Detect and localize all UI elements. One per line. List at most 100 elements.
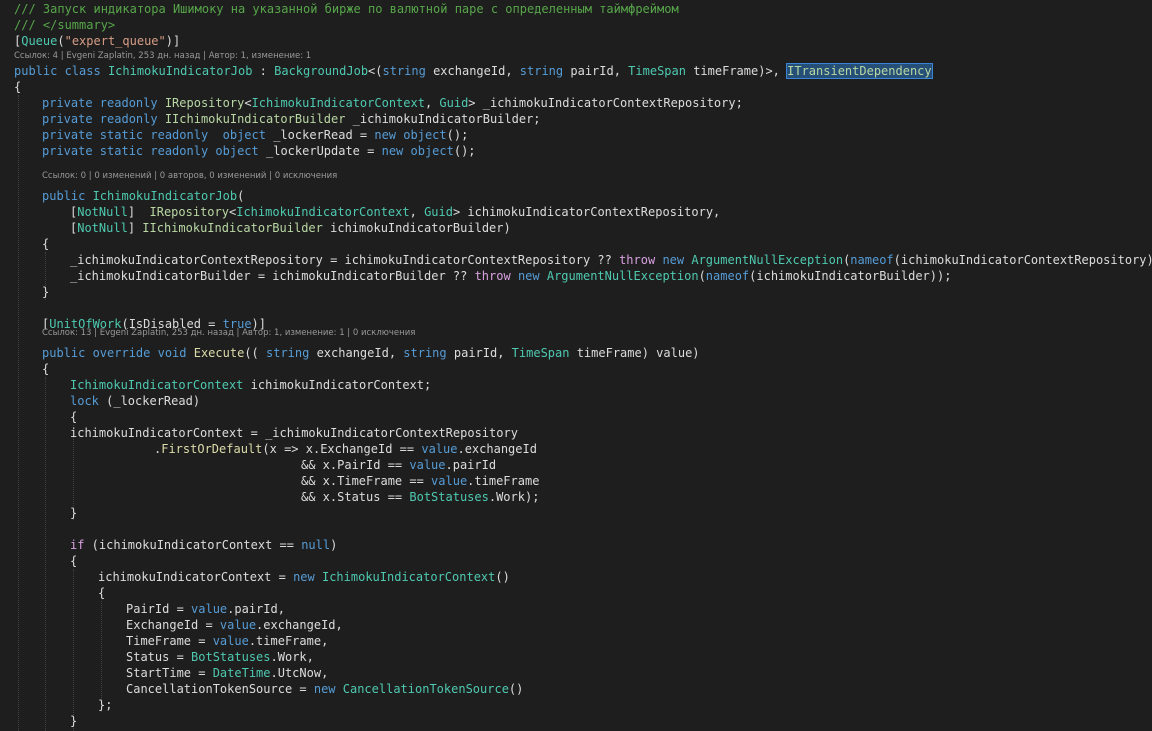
code-token: ] bbox=[127, 205, 150, 219]
code-line[interactable]: public override void Execute(( string ex… bbox=[0, 345, 1152, 361]
code-token: .UtcNow, bbox=[270, 666, 329, 680]
code-line[interactable]: { bbox=[0, 409, 1152, 425]
code-line[interactable]: && x.PairId == value.pairId bbox=[0, 457, 1152, 473]
code-line[interactable]: IchimokuIndicatorContext ichimokuIndicat… bbox=[0, 377, 1152, 393]
code-editor[interactable]: /// Запуск индикатора Ишимоку на указанн… bbox=[0, 0, 1152, 731]
code-token: static bbox=[99, 144, 151, 158]
code-line[interactable]: ExchangeId = value.exchangeId, bbox=[0, 617, 1152, 633]
code-token: nameof bbox=[850, 253, 894, 267]
code-line[interactable]: CancellationTokenSource = new Cancellati… bbox=[0, 681, 1152, 697]
code-token: new bbox=[374, 128, 404, 142]
code-line[interactable]: { bbox=[0, 236, 1152, 252]
codelens-info[interactable]: Ссылок: 4 | Evgeni Zaplatin, 253 дн. наз… bbox=[14, 50, 311, 62]
code-token: BotStatuses bbox=[191, 650, 271, 664]
code-line[interactable]: Status = BotStatuses.Work, bbox=[0, 649, 1152, 665]
code-line[interactable]: StartTime = DateTime.UtcNow, bbox=[0, 665, 1152, 681]
code-token: string bbox=[382, 64, 426, 78]
code-token: new bbox=[313, 682, 343, 696]
code-token: Queue bbox=[21, 34, 58, 48]
code-token: { bbox=[70, 554, 78, 568]
code-line[interactable]: && x.Status == BotStatuses.Work); bbox=[0, 489, 1152, 505]
code-token: (x => x.ExchangeId == bbox=[262, 442, 422, 456]
code-line[interactable]: lock (_lockerRead) bbox=[0, 393, 1152, 409]
code-token: ArgumentNullException bbox=[546, 269, 699, 283]
code-text: [Queue("expert_queue")] bbox=[14, 33, 180, 49]
code-line[interactable]: _ichimokuIndicatorContextRepository = ic… bbox=[0, 252, 1152, 268]
code-token: _ichimokuIndicatorContextRepository = ic… bbox=[70, 253, 620, 267]
code-token: BackgroundJob bbox=[274, 64, 369, 78]
code-line[interactable]: /// Запуск индикатора Ишимоку на указанн… bbox=[0, 1, 1152, 17]
code-token: () bbox=[508, 682, 524, 696]
code-line[interactable]: PairId = value.pairId, bbox=[0, 601, 1152, 617]
code-token: (); bbox=[453, 144, 476, 158]
code-line[interactable]: private static readonly object _lockerRe… bbox=[0, 127, 1152, 143]
code-text: public IchimokuIndicatorJob( bbox=[42, 188, 244, 204]
code-token: NotNull bbox=[77, 221, 128, 235]
code-token: FirstOrDefault bbox=[161, 442, 263, 456]
codelens-info[interactable]: Ссылок: 13 | Evgeni Zaplatin, 253 дн. на… bbox=[42, 327, 415, 339]
code-token: } bbox=[70, 714, 78, 728]
code-line[interactable]: public class IchimokuIndicatorJob : Back… bbox=[0, 63, 1152, 79]
code-token: public bbox=[14, 64, 65, 78]
code-token: timeFrame) value) bbox=[569, 346, 700, 360]
code-token: new bbox=[293, 570, 322, 584]
code-token: )] bbox=[165, 34, 181, 48]
code-line[interactable]: [NotNull] IRepository<IchimokuIndicatorC… bbox=[0, 204, 1152, 220]
code-line[interactable]: { bbox=[0, 361, 1152, 377]
code-token: string bbox=[403, 346, 447, 360]
code-line[interactable]: private readonly IRepository<IchimokuInd… bbox=[0, 95, 1152, 111]
code-line[interactable]: } bbox=[0, 505, 1152, 521]
code-token: IchimokuIndicatorContext bbox=[70, 378, 244, 392]
codelens-info[interactable]: Ссылок: 0 | 0 изменений | 0 авторов, 0 и… bbox=[42, 170, 337, 182]
code-token: throw bbox=[474, 269, 518, 283]
code-token: ichimokuIndicatorBuilder) bbox=[322, 221, 511, 235]
code-token: IchimokuIndicatorContext bbox=[236, 205, 410, 219]
code-line[interactable]: } bbox=[0, 284, 1152, 300]
code-token: ichimokuIndicatorContext; bbox=[243, 378, 432, 392]
code-line[interactable]: { bbox=[0, 79, 1152, 95]
code-token: { bbox=[98, 586, 106, 600]
code-token: , bbox=[409, 205, 425, 219]
code-line[interactable]: ichimokuIndicatorContext = _ichimokuIndi… bbox=[0, 425, 1152, 441]
code-line[interactable]: private readonly IIchimokuIndicatorBuild… bbox=[0, 111, 1152, 127]
code-token: ( bbox=[237, 189, 245, 203]
code-token: ArgumentNullException bbox=[691, 253, 844, 267]
code-line[interactable]: TimeFrame = value.timeFrame, bbox=[0, 633, 1152, 649]
code-token: exchangeId, bbox=[425, 64, 520, 78]
code-line[interactable]: [Queue("expert_queue")] bbox=[0, 33, 1152, 49]
code-token: < bbox=[244, 96, 252, 110]
code-text: } bbox=[42, 284, 49, 300]
code-text: && x.TimeFrame == value.timeFrame bbox=[301, 473, 539, 489]
code-token: if bbox=[70, 538, 85, 552]
code-token: Guid bbox=[439, 96, 469, 110]
code-token: { bbox=[14, 80, 22, 94]
code-text: { bbox=[70, 409, 77, 425]
code-line[interactable]: /// </summary> bbox=[0, 17, 1152, 33]
code-line[interactable]: .FirstOrDefault(x => x.ExchangeId == val… bbox=[0, 441, 1152, 457]
code-token: }; bbox=[98, 698, 113, 712]
code-token: : bbox=[252, 64, 275, 78]
code-line[interactable]: _ichimokuIndicatorBuilder = ichimokuIndi… bbox=[0, 268, 1152, 284]
code-token: exchangeId, bbox=[309, 346, 404, 360]
code-token: _ichimokuIndicatorBuilder; bbox=[345, 112, 541, 126]
code-token: /// Запуск индикатора Ишимоку на указанн… bbox=[14, 2, 679, 16]
code-token: > ichimokuIndicatorContextRepository, bbox=[452, 205, 721, 219]
code-line[interactable]: public IchimokuIndicatorJob( bbox=[0, 188, 1152, 204]
code-line[interactable]: && x.TimeFrame == value.timeFrame bbox=[0, 473, 1152, 489]
code-token: .pairId bbox=[445, 458, 497, 472]
code-line[interactable]: private static readonly object _lockerUp… bbox=[0, 143, 1152, 159]
code-line[interactable]: ichimokuIndicatorContext = new IchimokuI… bbox=[0, 569, 1152, 585]
code-line[interactable]: }; bbox=[0, 697, 1152, 713]
code-text: { bbox=[42, 361, 49, 377]
code-token: readonly bbox=[150, 128, 223, 142]
code-line[interactable]: if (ichimokuIndicatorContext == null) bbox=[0, 537, 1152, 553]
code-line[interactable]: { bbox=[0, 585, 1152, 601]
code-token: IRepository bbox=[149, 205, 229, 219]
code-line[interactable]: { bbox=[0, 553, 1152, 569]
code-line[interactable]: [NotNull] IIchimokuIndicatorBuilder ichi… bbox=[0, 220, 1152, 236]
code-token: IRepository bbox=[164, 96, 245, 110]
code-line[interactable]: } bbox=[0, 713, 1152, 729]
code-token: (_lockerRead) bbox=[98, 394, 201, 408]
code-token: { bbox=[70, 410, 78, 424]
code-text: private readonly IRepository<IchimokuInd… bbox=[42, 95, 743, 111]
